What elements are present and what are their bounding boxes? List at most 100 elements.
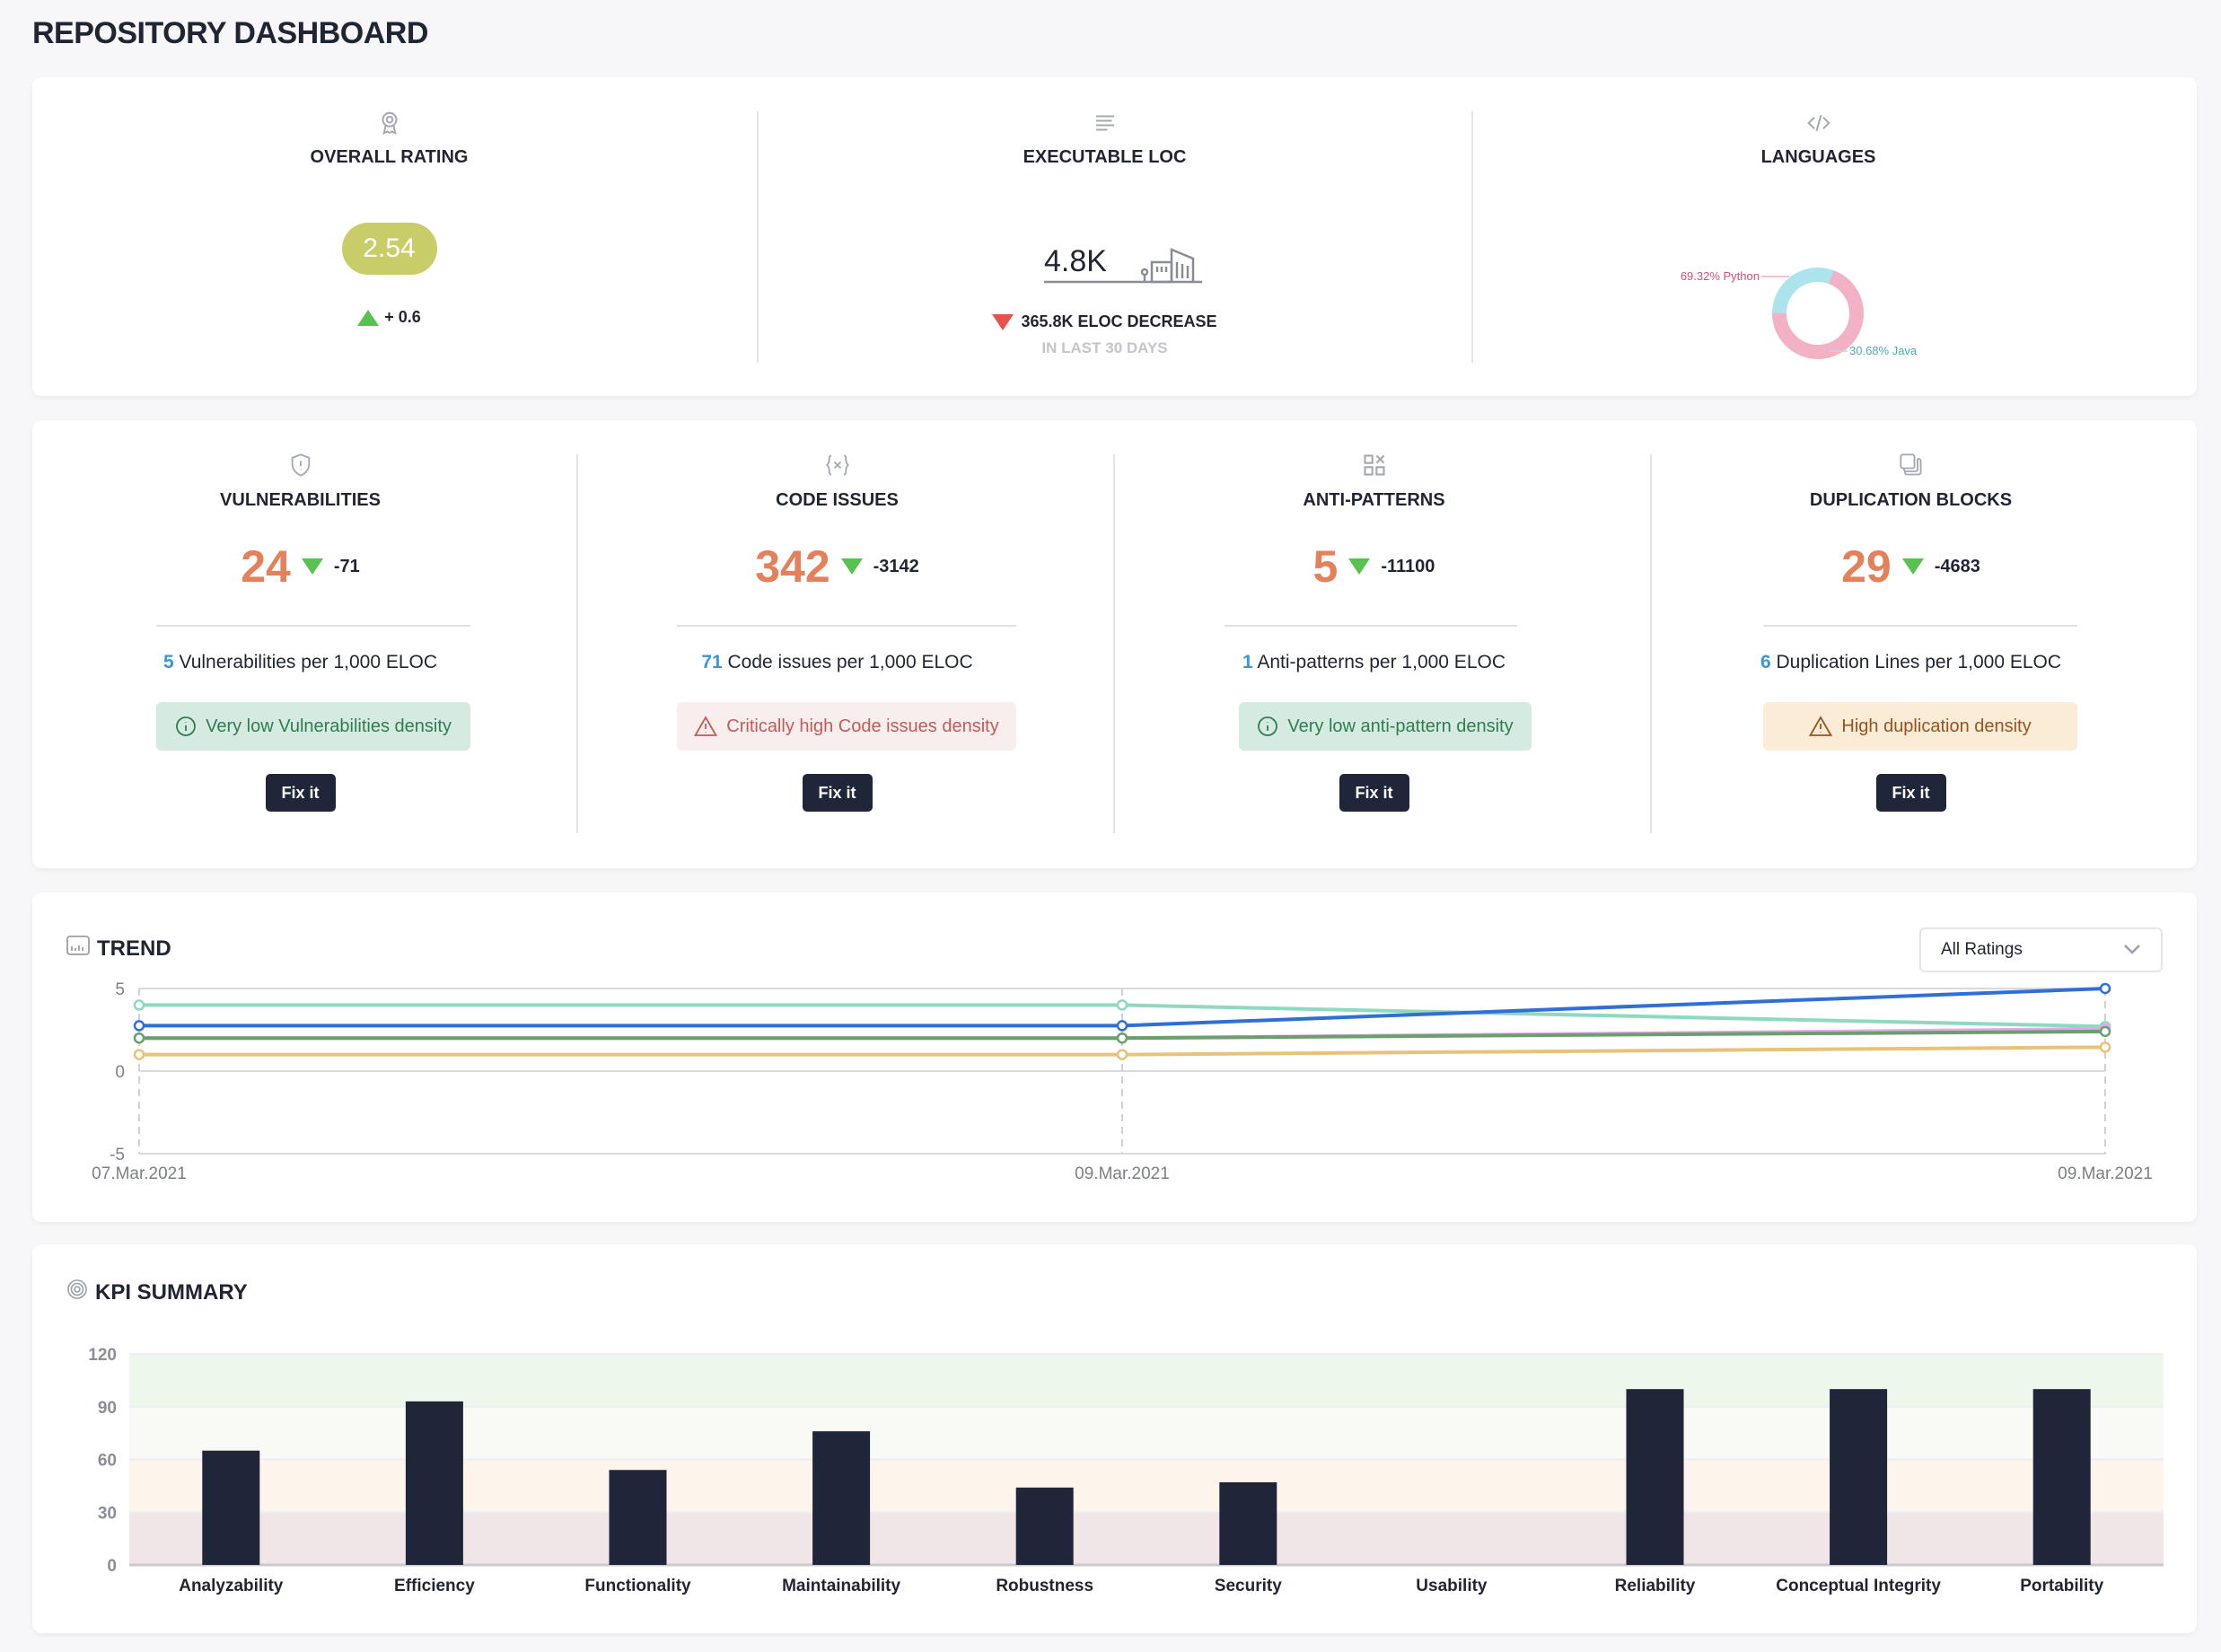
x-category-label: Maintainability <box>782 1577 900 1595</box>
arrow-down-icon <box>992 313 1014 330</box>
x-tick-label: 07.Mar.2021 <box>92 1164 187 1183</box>
warning-icon <box>1809 716 1833 737</box>
metric-label: DUPLICATION BLOCKS <box>1809 490 2013 510</box>
kpi-bar[interactable] <box>1830 1389 1888 1565</box>
metric-delta: -4683 <box>1934 556 1980 576</box>
metric-density: 1 Anti-patterns per 1,000 ELOC <box>1106 652 1642 673</box>
metric-anti-patterns: ANTI-PATTERNS 5 -11100 1 Anti-patterns per … <box>1106 420 1642 868</box>
y-tick-label: 120 <box>88 1346 117 1365</box>
density-status-badge: Very low Vulnerabilities density <box>156 702 470 751</box>
metric-density: 71 Code issues per 1,000 ELOC <box>569 652 1105 673</box>
metrics-card: VULNERABILITIES 24 -71 5 Vulnerabilities pe… <box>32 420 2197 868</box>
grid-x-icon <box>1362 453 1387 478</box>
metric-density: 5 Vulnerabilities per 1,000 ELOC <box>32 652 568 673</box>
trend-point-teal[interactable] <box>133 999 145 1011</box>
metric-density-number: 71 <box>701 652 723 672</box>
fix-it-button[interactable]: Fix it <box>802 774 873 812</box>
metric-density-text: Anti-patterns per 1,000 ELOC <box>1252 652 1506 672</box>
fix-it-button[interactable]: Fix it <box>265 774 336 812</box>
warning-icon <box>694 716 718 737</box>
languages-label: LANGUAGES <box>1760 147 1876 167</box>
divider <box>1225 625 1517 627</box>
metric-label: CODE ISSUES <box>776 490 899 510</box>
divider <box>677 625 1016 627</box>
executable-loc-delta-text: 365.8K ELOC DECREASE <box>1021 312 1217 330</box>
languages-panel: LANGUAGES 69.32% Python 30.68% Java <box>1462 77 2175 396</box>
executable-loc-panel: EXECUTABLE LOC 4.8K 365.8K ELOC DECREASE… <box>748 77 1462 396</box>
x-category-label: Efficiency <box>394 1577 475 1595</box>
y-tick-label: 0 <box>107 1557 117 1576</box>
lines-icon <box>1092 110 1119 136</box>
y-tick-label: 5 <box>115 980 125 999</box>
trend-point-blue[interactable] <box>2099 982 2111 995</box>
metric-value-row: 29 -4683 <box>1643 540 2179 593</box>
trend-point-yellow[interactable] <box>2099 1041 2111 1053</box>
arrow-up-icon <box>357 309 380 326</box>
kpi-bar[interactable] <box>2032 1389 2091 1565</box>
metric-density-number: 6 <box>1760 652 1771 672</box>
metric-label: ANTI-PATTERNS <box>1303 490 1445 510</box>
metric-duplication-blocks: DUPLICATION BLOCKS 29 -4683 6 Duplication L… <box>1643 420 2179 868</box>
trend-point-green[interactable] <box>1116 1032 1128 1044</box>
factory-icon <box>1044 248 1202 284</box>
trend-line-chart: 5 0 -507.Mar.2021 09.Mar.2021 09.Mar.2021 <box>92 980 2153 1183</box>
x-category-label: Reliability <box>1615 1577 1696 1595</box>
trend-point-yellow[interactable] <box>133 1049 145 1060</box>
y-tick-label: 0 <box>115 1063 125 1082</box>
x-category-label: Robustness <box>996 1577 1093 1595</box>
kpi-bar[interactable] <box>1015 1487 1074 1565</box>
fix-it-button[interactable]: Fix it <box>1875 774 1946 812</box>
python-label: 69.32% Python <box>1681 269 1760 283</box>
metric-density-number: 5 <box>162 652 174 672</box>
density-status-text: High duplication density <box>1841 716 2032 736</box>
x-category-label: Security <box>1215 1577 1282 1595</box>
x-category-label: Analyzability <box>179 1577 284 1595</box>
metric-code-issues: CODE ISSUES 342 -3142 71 Code issues per 1,… <box>569 420 1105 868</box>
metric-value: 342 <box>755 541 830 592</box>
trend-point-teal[interactable] <box>1116 999 1128 1011</box>
arrow-down-icon <box>1348 558 1371 575</box>
metric-value-row: 5 -11100 <box>1106 540 1642 593</box>
kpi-bar[interactable] <box>405 1401 463 1565</box>
x-tick-label: 09.Mar.2021 <box>2058 1164 2153 1183</box>
x-tick-label: 09.Mar.2021 <box>1075 1164 1170 1183</box>
info-icon <box>175 716 197 737</box>
kpi-bar[interactable] <box>202 1450 260 1565</box>
trend-point-green[interactable] <box>2099 1025 2111 1038</box>
summary-card: OVERALL RATING 2.54 + 0.6 EXECUTABLE LOC… <box>32 77 2197 396</box>
x-category-label: Portability <box>2020 1577 2103 1595</box>
info-icon <box>1257 716 1278 737</box>
fix-it-button[interactable]: Fix it <box>1339 774 1409 812</box>
y-tick-label: 60 <box>98 1452 117 1471</box>
code-icon <box>1805 110 1832 136</box>
kpi-bar[interactable] <box>1626 1389 1684 1565</box>
variable-icon <box>825 453 850 478</box>
x-category-label: Conceptual Integrity <box>1776 1577 1941 1595</box>
trend-point-green[interactable] <box>133 1032 145 1044</box>
metric-value: 29 <box>1841 541 1892 592</box>
trend-point-yellow[interactable] <box>1116 1049 1128 1060</box>
x-category-label: Usability <box>1416 1577 1488 1595</box>
trend-point-blue[interactable] <box>1116 1020 1128 1032</box>
shield-alert-icon <box>288 453 313 478</box>
arrow-down-icon <box>840 558 863 575</box>
kpi-bar[interactable] <box>812 1431 871 1565</box>
metric-vulnerabilities: VULNERABILITIES 24 -71 5 Vulnerabilities pe… <box>32 420 568 868</box>
kpi-bar[interactable] <box>609 1470 667 1565</box>
executable-loc-delta: 365.8K ELOC DECREASE <box>748 312 1462 331</box>
page-title: REPOSITORY DASHBOARD <box>32 16 428 50</box>
metric-value: 24 <box>241 541 291 592</box>
metric-delta: -11100 <box>1381 556 1435 576</box>
languages-donut-chart: 69.32% Python 30.68% Java <box>1681 268 1918 359</box>
density-status-badge: Critically high Code issues density <box>677 702 1016 751</box>
density-status-text: Very low Vulnerabilities density <box>206 716 452 736</box>
java-label: 30.68% Java <box>1849 344 1918 357</box>
metric-density-text: Vulnerabilities per 1,000 ELOC <box>173 652 438 672</box>
trend-point-blue[interactable] <box>133 1020 145 1032</box>
arrow-down-icon <box>301 558 323 575</box>
arrow-down-icon <box>1901 558 1924 575</box>
kpi-card: KPI SUMMARY 0 30 60 90 120 Analyzability Effic… <box>32 1244 2197 1633</box>
kpi-bar[interactable] <box>1219 1481 1277 1565</box>
density-status-text: Very low anti-pattern density <box>1287 716 1514 736</box>
overall-rating-delta-text: + 0.6 <box>384 308 421 326</box>
